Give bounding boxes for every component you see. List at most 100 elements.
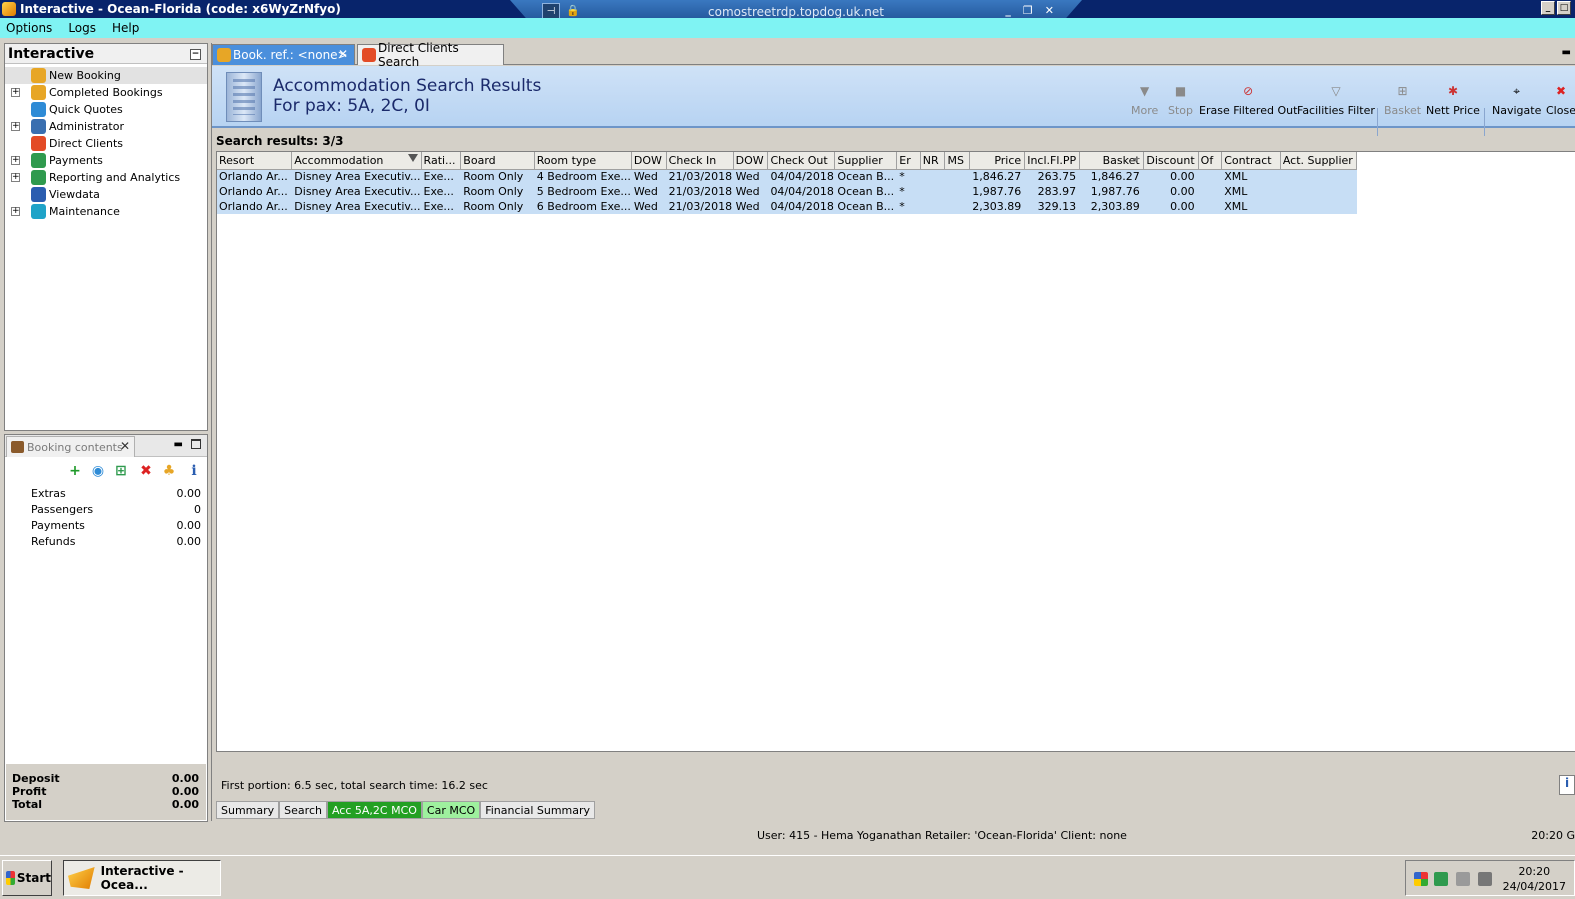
table-row[interactable]: Orlando Ar... Disney Area Executiv... Exe.… (217, 184, 1575, 199)
expand-icon[interactable]: + (11, 122, 20, 131)
palm-tree-icon (31, 85, 46, 100)
quote-icon[interactable]: ◉ (90, 463, 106, 479)
menu-options[interactable]: Options (4, 21, 54, 35)
panel-minimize-icon[interactable]: ▬ (174, 439, 183, 450)
nav-item-quick-quotes[interactable]: Quick Quotes (5, 101, 207, 118)
booking-tab-bar: Booking contents ✕ ▬ (5, 435, 207, 457)
column-header[interactable]: DOW (733, 152, 769, 170)
toolbar-separator (1484, 108, 1485, 136)
bottom-tab-car-mco[interactable]: Car MCO (421, 801, 481, 819)
taskbar-app-button[interactable]: Interactive - Ocea... (63, 860, 221, 896)
basket-button[interactable]: ⊞ Basket (1384, 84, 1421, 117)
column-header[interactable]: DOW (631, 152, 667, 170)
column-header[interactable]: Basket (1079, 152, 1144, 170)
expand-icon[interactable]: + (11, 207, 20, 216)
column-header[interactable]: Room type (534, 152, 632, 170)
expand-icon[interactable]: + (11, 173, 20, 182)
table-cell: 04/04/2018 (767, 169, 836, 184)
table-cell: XML (1221, 169, 1281, 184)
column-header[interactable]: Act. Supplier (1280, 152, 1357, 170)
nav-item-label: Quick Quotes (49, 103, 123, 116)
column-header[interactable]: Discount (1143, 152, 1199, 170)
column-header[interactable]: Check In (666, 152, 734, 170)
expand-icon[interactable]: + (11, 88, 20, 97)
table-cell: 2,303.89 (969, 199, 1026, 214)
status-bar: User: 415 - Hema Yoganathan Retailer: 'O… (0, 826, 1575, 848)
nav-item-new-booking[interactable]: New Booking (5, 67, 207, 84)
stop-button[interactable]: ■ Stop (1168, 84, 1193, 117)
column-header[interactable]: Board (460, 152, 535, 170)
nav-item-administrator[interactable]: + Administrator (5, 118, 207, 135)
collapse-icon[interactable]: − (190, 49, 201, 60)
bottom-tab-summary[interactable]: Summary (216, 801, 280, 819)
filter-icon[interactable] (407, 154, 418, 162)
bottom-tab-financial-summary[interactable]: Financial Summary (480, 801, 596, 819)
column-header[interactable]: Resort (217, 152, 293, 170)
booking-tab-label: Booking contents (27, 440, 123, 454)
tab-menu-icon[interactable]: ▬ (1562, 47, 1571, 58)
nav-item-viewdata[interactable]: Viewdata (5, 186, 207, 203)
menu-logs[interactable]: Logs (66, 21, 98, 35)
tab-booking-ref-label: Book. ref.: <none> (233, 48, 348, 62)
tab-booking-ref[interactable]: Book. ref.: <none> ✕ (212, 44, 355, 65)
nav-item-label: Reporting and Analytics (49, 171, 181, 184)
erase-filtered-out-button[interactable]: ⊘ Erase Filtered Out (1199, 84, 1297, 117)
rdp-restore-icon[interactable]: ❐ (1023, 4, 1033, 17)
bottom-tab-acc-5a-2c-mco[interactable]: Acc 5A,2C MCO (326, 801, 422, 819)
close-icon[interactable]: ✕ (120, 439, 130, 453)
palm-tree-icon[interactable]: ♣ (161, 463, 177, 479)
booking-row-label: Payments (31, 518, 85, 532)
column-header[interactable]: Supplier (834, 152, 898, 170)
info-icon[interactable]: i (186, 463, 202, 479)
tab-direct-clients-search[interactable]: Direct Clients Search (357, 41, 504, 69)
nav-item-reporting-and-analytics[interactable]: + Reporting and Analytics (5, 169, 207, 186)
table-row[interactable]: Orlando Ar... Disney Area Executiv... Exe.… (217, 169, 1575, 184)
nav-item-payments[interactable]: + Payments (5, 152, 207, 169)
more-button[interactable]: ▼ More (1131, 84, 1158, 117)
info-icon[interactable]: i (1559, 775, 1575, 795)
column-header[interactable]: Contract (1221, 152, 1281, 170)
table-row[interactable]: Orlando Ar... Disney Area Executiv... Exe.… (217, 199, 1575, 214)
panel-maximize-icon[interactable] (191, 439, 201, 449)
booking-contents-tab[interactable]: Booking contents ✕ (6, 436, 135, 457)
facilities-filter-button[interactable]: ▽ Facilities Filter (1297, 84, 1375, 117)
volume-muted-icon[interactable] (1478, 872, 1492, 886)
results-title: Accommodation Search Results (273, 76, 542, 96)
close-tab-icon[interactable]: ✕ (338, 47, 348, 61)
nav-item-completed-bookings[interactable]: + Completed Bookings (5, 84, 207, 101)
nett-price-button[interactable]: ✱ Nett Price (1426, 84, 1480, 117)
bottom-tab-search[interactable]: Search (279, 801, 327, 819)
column-header[interactable]: NR (920, 152, 946, 170)
column-header[interactable]: Check Out (767, 152, 836, 170)
nav-item-maintenance[interactable]: + Maintenance (5, 203, 207, 220)
add-icon[interactable]: + (67, 463, 83, 479)
palm-tree-icon (31, 68, 46, 83)
close-button[interactable]: ✖ Close (1546, 84, 1575, 117)
nav-item-direct-clients[interactable]: Direct Clients (5, 135, 207, 152)
rdp-close-icon[interactable]: ✕ (1045, 4, 1054, 17)
minimize-icon[interactable]: _ (1541, 1, 1555, 15)
column-header[interactable]: Price (969, 152, 1026, 170)
column-header[interactable]: Accommodation (291, 152, 422, 170)
column-header[interactable]: Of (1198, 152, 1223, 170)
app-logo-icon (68, 867, 95, 889)
nav-item-label: Direct Clients (49, 137, 124, 150)
nav-item-label: Viewdata (49, 188, 100, 201)
windows-flag-icon[interactable] (1414, 872, 1428, 886)
computer-icon[interactable] (1456, 872, 1470, 886)
rdp-minimize-icon[interactable]: _ (1005, 4, 1011, 17)
basket-icon[interactable]: ⊞ (113, 463, 129, 479)
column-header[interactable]: Er (896, 152, 921, 170)
column-header[interactable]: Incl.Fl.PP (1024, 152, 1081, 170)
network-icon[interactable] (1434, 872, 1448, 886)
maximize-icon[interactable]: □ (1557, 1, 1571, 15)
navigate-button[interactable]: ⌖ Navigate (1492, 84, 1541, 117)
start-button[interactable]: Start (2, 860, 52, 896)
expand-icon[interactable]: + (11, 156, 20, 165)
system-tray: 20:20 24/04/2017 (1405, 860, 1575, 896)
delete-icon[interactable]: ✖ (138, 463, 154, 479)
column-header[interactable]: MS (944, 152, 971, 170)
column-header[interactable]: Rati... (421, 152, 462, 170)
menu-help[interactable]: Help (110, 21, 141, 35)
table-cell (944, 169, 971, 184)
